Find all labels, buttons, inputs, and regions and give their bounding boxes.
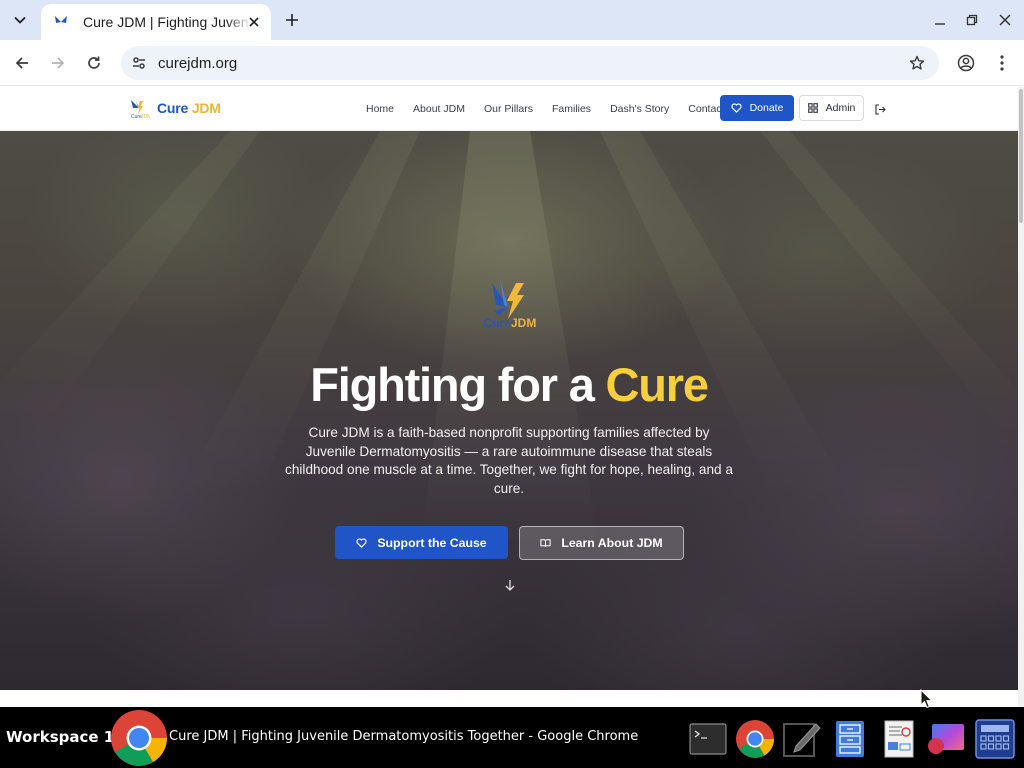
file-manager-app-icon[interactable]	[830, 719, 870, 759]
admin-button-label: Admin	[825, 102, 856, 114]
hero-title: Fighting for a Cure	[0, 357, 1018, 412]
site-nav: Home About JDM Our Pillars Families Dash…	[366, 87, 743, 131]
profile-button[interactable]	[954, 51, 978, 75]
more-vertical-icon	[1000, 55, 1004, 71]
hero-title-part1: Fighting for a	[310, 358, 595, 411]
browser-toolbar: curejdm.org	[0, 40, 1024, 86]
nav-link-dashs-story[interactable]: Dash's Story	[610, 103, 669, 115]
browser-menu-button[interactable]	[990, 51, 1014, 75]
brand-name-part2: JDM	[191, 100, 221, 116]
reload-icon	[88, 56, 100, 69]
active-window-title[interactable]: Cure JDM | Fighting Juvenile Dermatomyos…	[169, 729, 638, 744]
back-button[interactable]	[10, 51, 34, 75]
close-window-button[interactable]	[995, 10, 1015, 30]
tab-title: Cure JDM | Fighting Juvenile Dermatomyos…	[83, 14, 251, 30]
page-scrollbar[interactable]	[1018, 87, 1024, 707]
text-editor-app-icon[interactable]	[782, 719, 822, 759]
support-button-label: Support the Cause	[377, 535, 487, 550]
chevron-down-icon	[14, 16, 26, 24]
butterfly-icon	[53, 14, 69, 30]
nav-link-our-pillars[interactable]: Our Pillars	[484, 103, 533, 115]
admin-button[interactable]: Admin	[799, 95, 864, 121]
hero-description: Cure JDM is a faith-based nonprofit supp…	[285, 425, 733, 496]
logout-button[interactable]	[872, 101, 888, 117]
url-text: curejdm.org	[158, 54, 238, 72]
calculator-app-icon[interactable]	[975, 719, 1015, 759]
donate-button[interactable]: Donate	[720, 95, 794, 121]
hero-section: CureJDM Fighting for a Cure Cure JDM is …	[0, 131, 1018, 690]
nav-link-home[interactable]: Home	[366, 103, 394, 115]
svg-text:JDM: JDM	[141, 114, 150, 119]
browser-tab-bar: Cure JDM | Fighting Juvenile Dermatomyos…	[0, 0, 1024, 40]
workspace-label[interactable]: Workspace 1	[6, 728, 114, 746]
hero-logo-text-part2: JDM	[511, 316, 537, 330]
reload-button[interactable]	[82, 51, 106, 75]
chrome-icon[interactable]	[108, 708, 170, 768]
brand-name: Cure JDM	[157, 100, 221, 116]
heart-icon	[356, 537, 367, 548]
hero-logo-text-part1: Cure	[483, 316, 511, 330]
learn-button-label: Learn About JDM	[561, 536, 663, 550]
brand-name-part1: Cure	[157, 100, 189, 116]
minimize-icon	[935, 23, 945, 25]
forward-button[interactable]	[46, 51, 70, 75]
arrow-down-icon	[505, 580, 515, 591]
next-section-edge	[0, 690, 1018, 707]
image-viewer-app-icon[interactable]	[926, 719, 966, 759]
restore-icon	[966, 14, 978, 26]
tab-search-button[interactable]	[6, 8, 34, 32]
hero-logo-text: CureJDM	[478, 316, 542, 330]
support-the-cause-button[interactable]: Support the Cause	[335, 526, 508, 559]
learn-about-jdm-button[interactable]: Learn About JDM	[519, 526, 684, 560]
nav-link-families[interactable]: Families	[552, 103, 591, 115]
mouse-cursor-icon	[920, 689, 934, 709]
chrome-app-icon[interactable]	[735, 719, 775, 759]
heart-icon	[730, 103, 742, 113]
browser-tab-active[interactable]: Cure JDM | Fighting Juvenile Dermatomyos…	[41, 4, 271, 40]
close-icon	[999, 14, 1011, 26]
account-icon	[957, 54, 975, 72]
document-viewer-app-icon[interactable]	[879, 719, 919, 759]
plus-icon	[286, 14, 298, 26]
site-header: Cure JDM Cure JDM Home About JDM Our Pil…	[0, 87, 1018, 131]
donate-button-label: Donate	[749, 102, 784, 114]
book-icon	[540, 539, 551, 547]
arrow-left-icon	[15, 57, 28, 69]
restore-window-button[interactable]	[962, 10, 982, 30]
close-tab-icon[interactable]	[245, 13, 263, 31]
site-info-icon[interactable]	[129, 53, 149, 73]
logout-icon	[874, 103, 886, 115]
brand-link[interactable]: Cure JDM Cure JDM	[128, 97, 221, 119]
address-bar[interactable]: curejdm.org	[121, 46, 939, 80]
hero-title-accent: Cure	[605, 358, 709, 411]
nav-link-about-jdm[interactable]: About JDM	[413, 103, 465, 115]
bookmark-star-icon[interactable]	[907, 53, 927, 73]
butterfly-logo-icon: Cure JDM	[131, 100, 150, 119]
new-tab-button[interactable]	[280, 8, 304, 32]
arrow-right-icon	[52, 57, 65, 69]
minimize-window-button[interactable]	[930, 10, 950, 30]
grid-icon	[807, 103, 818, 113]
terminal-app-icon[interactable]	[688, 719, 728, 759]
scrollbar-thumb[interactable]	[1019, 89, 1023, 223]
scroll-down-arrow[interactable]	[502, 577, 518, 593]
os-taskbar: Workspace 1 Cure JDM | Fighting Juvenile…	[0, 707, 1024, 768]
